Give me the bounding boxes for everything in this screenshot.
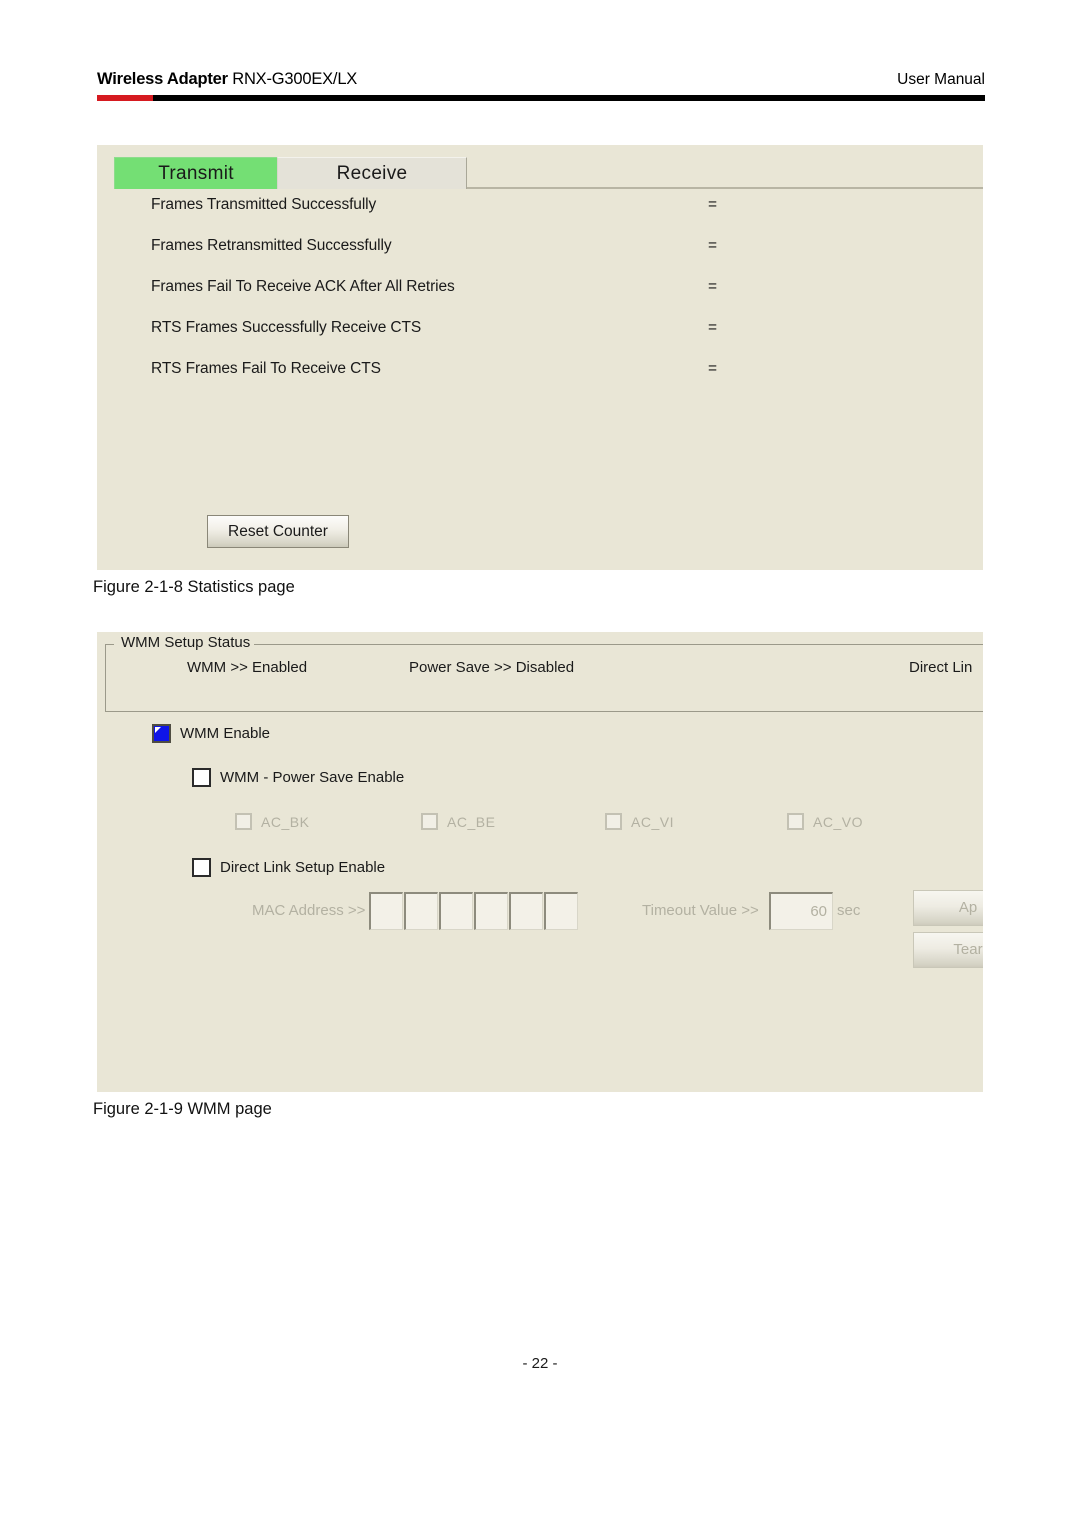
status-power-save: Power Save >> Disabled bbox=[409, 659, 575, 676]
header-rule bbox=[97, 95, 985, 101]
figure-caption-wmm: Figure 2-1-9 WMM page bbox=[93, 1100, 272, 1118]
figure-caption-statistics: Figure 2-1-8 Statistics page bbox=[93, 578, 295, 596]
statistics-row: RTS Frames Fail To Receive CTS = bbox=[97, 353, 983, 394]
mac-octet-input bbox=[369, 892, 403, 930]
checkbox-label-direct-link-setup-enable: Direct Link Setup Enable bbox=[220, 859, 386, 876]
header-rule-accent bbox=[97, 95, 153, 101]
checkbox-ac-vi bbox=[605, 813, 622, 830]
statistics-row: Frames Transmitted Successfully = bbox=[97, 189, 983, 230]
mac-octet-input bbox=[474, 892, 508, 930]
tear-down-button: Tear bbox=[913, 932, 983, 968]
header-product-model: RNX-G300EX/LX bbox=[227, 70, 358, 88]
statistics-row: Frames Retransmitted Successfully = bbox=[97, 230, 983, 271]
mac-octet-input bbox=[404, 892, 438, 930]
statistics-tabstrip: Transmit Receive bbox=[97, 145, 983, 189]
statistics-row-separator: = bbox=[708, 360, 718, 377]
header-doc-type: User Manual bbox=[897, 71, 985, 88]
reset-counter-button[interactable]: Reset Counter bbox=[207, 515, 349, 548]
mac-octet-input bbox=[439, 892, 473, 930]
mac-address-input-group bbox=[369, 892, 578, 930]
checkbox-ac-vo bbox=[787, 813, 804, 830]
checkbox-label-wmm-enable: WMM Enable bbox=[180, 725, 271, 742]
check-mark-icon bbox=[155, 727, 161, 733]
checkbox-direct-link-setup-enable[interactable] bbox=[192, 858, 211, 877]
wmm-setup-status-fieldset: WMM Setup Status bbox=[105, 634, 983, 712]
header-product-bold: Wireless Adapter bbox=[97, 70, 228, 88]
status-wmm: WMM >> Enabled bbox=[187, 659, 308, 676]
statistics-row-label: Frames Retransmitted Successfully bbox=[151, 237, 392, 254]
statistics-row-label: RTS Frames Successfully Receive CTS bbox=[151, 319, 422, 336]
timeout-value-label: Timeout Value >> bbox=[642, 902, 759, 919]
statistics-row-separator: = bbox=[708, 237, 718, 254]
statistics-row-separator: = bbox=[708, 278, 718, 295]
checkbox-label-ac-vo: AC_VO bbox=[813, 814, 863, 830]
statistics-row-separator: = bbox=[708, 196, 718, 213]
timeout-value-input: 60 bbox=[769, 892, 833, 930]
direct-link-settings-row: MAC Address >> Timeout Value >> 60 sec bbox=[97, 890, 983, 932]
access-category-row: AC_BK AC_BE AC_VI AC_VO bbox=[235, 813, 935, 835]
statistics-row: RTS Frames Successfully Receive CTS = bbox=[97, 312, 983, 353]
apply-button: Ap bbox=[913, 890, 983, 926]
checkbox-label-ac-be: AC_BE bbox=[447, 814, 496, 830]
checkbox-label-ac-vi: AC_VI bbox=[631, 814, 674, 830]
statistics-row-label: Frames Fail To Receive ACK After All Ret… bbox=[151, 278, 455, 295]
page-number: - 22 - bbox=[522, 1355, 558, 1372]
checkbox-wmm-enable[interactable] bbox=[152, 724, 171, 743]
wmm-setup-status-legend: WMM Setup Status bbox=[118, 634, 254, 651]
statistics-row-separator: = bbox=[708, 319, 718, 336]
page-header: Wireless Adapter RNX-G300EX/LX User Manu… bbox=[97, 70, 985, 104]
statistics-row-label: Frames Transmitted Successfully bbox=[151, 196, 377, 213]
statistics-row-label: RTS Frames Fail To Receive CTS bbox=[151, 360, 381, 377]
mac-address-label: MAC Address >> bbox=[252, 902, 366, 919]
timeout-unit-label: sec bbox=[837, 902, 861, 919]
tab-receive[interactable]: Receive bbox=[277, 157, 467, 189]
statistics-page-screenshot: Transmit Receive Frames Transmitted Succ… bbox=[97, 145, 983, 570]
statistics-row-list: Frames Transmitted Successfully = Frames… bbox=[97, 189, 983, 394]
mac-octet-input bbox=[509, 892, 543, 930]
mac-octet-input bbox=[544, 892, 578, 930]
statistics-row: Frames Fail To Receive ACK After All Ret… bbox=[97, 271, 983, 312]
tab-transmit[interactable]: Transmit bbox=[114, 157, 277, 189]
checkbox-ac-bk bbox=[235, 813, 252, 830]
wmm-page-screenshot: WMM Setup Status WMM >> Enabled Power Sa… bbox=[97, 632, 983, 1092]
header-product-title: Wireless Adapter RNX-G300EX/LX bbox=[97, 70, 357, 89]
checkbox-ac-be bbox=[421, 813, 438, 830]
checkbox-label-power-save-enable: WMM - Power Save Enable bbox=[220, 769, 405, 786]
checkbox-label-ac-bk: AC_BK bbox=[261, 814, 310, 830]
status-direct-link: Direct Lin bbox=[909, 659, 973, 676]
checkbox-power-save-enable[interactable] bbox=[192, 768, 211, 787]
